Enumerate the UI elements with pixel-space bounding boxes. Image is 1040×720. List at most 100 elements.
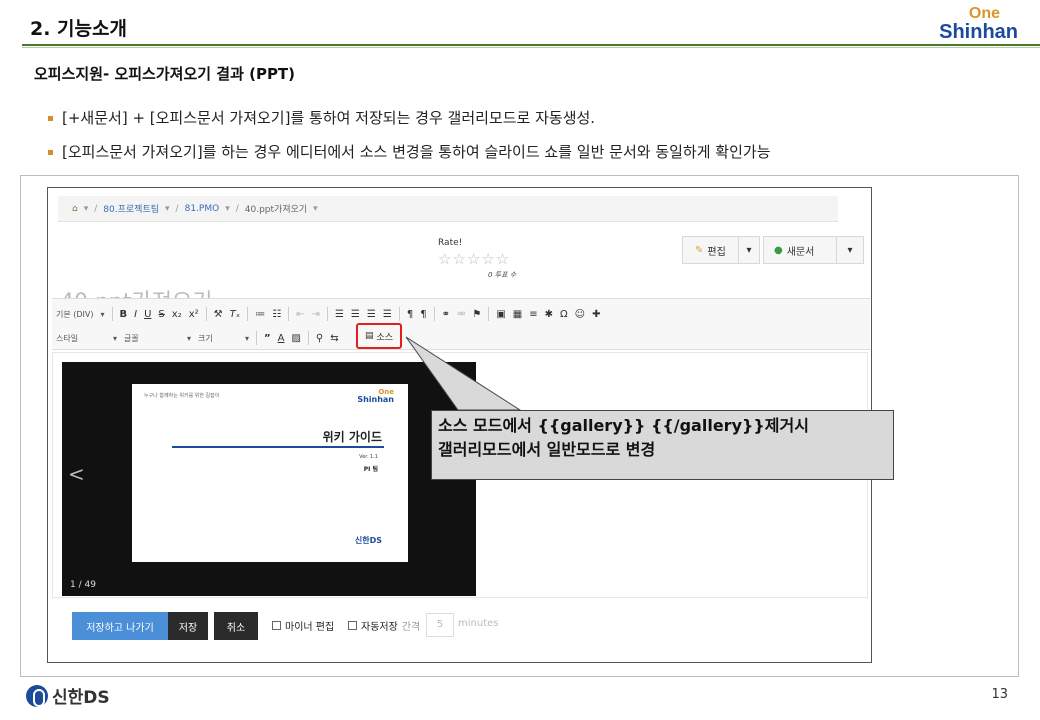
blockquote-icon[interactable]: ” xyxy=(264,333,271,344)
new-document-dropdown-button[interactable]: ▾ xyxy=(836,236,864,264)
logo-shinhan-text: Shinhan xyxy=(939,21,1018,43)
caret-down-icon: ▾ xyxy=(100,309,105,319)
save-and-exit-button[interactable]: 저장하고 나가기 xyxy=(72,612,168,640)
shinhan-mark-icon xyxy=(26,684,48,707)
underline-icon[interactable]: U xyxy=(144,309,151,320)
italic-icon[interactable]: I xyxy=(134,309,137,320)
slide-title: 위키 가이드 xyxy=(322,430,382,444)
flag-icon[interactable]: ⚑ xyxy=(472,309,481,320)
toolbar-divider xyxy=(111,307,113,321)
logo-one-text: One xyxy=(968,5,1000,22)
callout-line-2: 갤러리모드에서 일반모드로 변경 xyxy=(438,440,656,459)
new-document-label: 새문서 xyxy=(786,246,815,258)
align-center-icon[interactable]: ☰ xyxy=(351,309,360,320)
checkbox-box[interactable] xyxy=(272,621,281,630)
bold-icon[interactable]: B xyxy=(120,309,128,320)
plus-icon[interactable]: ✚ xyxy=(592,309,600,320)
search-icon[interactable]: ⚲ xyxy=(316,333,323,344)
numbered-list-icon[interactable]: ≔ xyxy=(255,309,265,320)
slide-topline: 누구나 함께하는 위키를 위한 길잡이 xyxy=(144,393,220,399)
bullet-item: [오피스문서 가져오기]를 하는 경우 에디터에서 소스 변경을 통하여 슬라이… xyxy=(48,142,771,162)
toolbar-divider xyxy=(398,307,400,321)
bullet-list-icon[interactable]: ☷ xyxy=(272,309,281,320)
text-color-icon[interactable]: A xyxy=(278,333,285,344)
slide-title-rule xyxy=(172,446,384,448)
slide-counter: 1 / 49 xyxy=(70,580,96,590)
breadcrumb-item[interactable]: 80.프로젝트팀 xyxy=(103,202,159,215)
checkbox-box[interactable] xyxy=(348,621,357,630)
source-button[interactable]: ▤ 소스 xyxy=(356,323,402,349)
interval-input[interactable]: 5 xyxy=(426,613,454,637)
minor-edit-checkbox[interactable]: 마이너 편집 xyxy=(272,618,334,633)
slide-logo: One Shinhan xyxy=(357,388,394,404)
replace-icon[interactable]: ⇆ xyxy=(330,333,338,344)
shinhan-ds-text: 신한DS xyxy=(52,688,110,708)
align-right-icon[interactable]: ☰ xyxy=(367,309,376,320)
edit-dropdown-button[interactable]: ▾ xyxy=(738,236,760,264)
breadcrumb-item[interactable]: 81.PMO xyxy=(185,204,220,214)
slide-prev-button[interactable]: < xyxy=(68,462,85,486)
outdent-icon[interactable]: ⇤ xyxy=(296,309,304,320)
callout-box: 소스 모드에서 {{gallery}} {{/gallery}}제거시 갤러리모… xyxy=(431,410,894,480)
unlink-icon[interactable]: ⚮ xyxy=(457,309,465,320)
omega-icon[interactable]: Ω xyxy=(560,309,568,320)
breadcrumb-separator: / xyxy=(94,203,98,214)
slide-brand: 신한DS xyxy=(354,536,382,545)
strikethrough-icon[interactable]: S xyxy=(158,309,164,320)
cancel-button[interactable]: 취소 xyxy=(214,612,258,640)
subscript-icon[interactable]: x₂ xyxy=(172,309,182,320)
indent-icon[interactable]: ⇥ xyxy=(312,309,320,320)
font-select[interactable]: 글꼴 xyxy=(124,333,180,344)
star-rating[interactable]: ☆☆☆☆☆ xyxy=(438,250,516,268)
slide-logo-shinhan: Shinhan xyxy=(357,395,394,404)
table-icon[interactable]: ▦ xyxy=(513,309,522,320)
caret-down-icon: ▾ xyxy=(746,244,752,256)
rate-label: Rate! xyxy=(438,238,463,248)
slide-title: 2. 기능소개 xyxy=(30,18,127,40)
size-select[interactable]: 크기 xyxy=(198,333,238,344)
clear-format-icon[interactable]: Tₓ xyxy=(230,309,241,320)
toolbar-divider xyxy=(433,307,435,321)
horizontal-rule-icon[interactable]: ≡ xyxy=(529,309,537,320)
format-brush-icon[interactable]: ⚒ xyxy=(214,309,223,320)
source-icon: ▤ xyxy=(364,331,374,341)
rtl-icon[interactable]: ¶ xyxy=(420,309,426,320)
plus-circle-icon: ● xyxy=(774,244,783,256)
gear-icon[interactable]: ✱ xyxy=(545,309,553,320)
toolbar-divider xyxy=(307,331,309,345)
chevron-down-icon: ▾ xyxy=(83,203,89,214)
format-select[interactable]: 기본 (DIV) xyxy=(56,309,94,320)
slideshow-viewer[interactable]: 누구나 함께하는 위키를 위한 길잡이 One Shinhan 위키 가이드 V… xyxy=(62,362,476,596)
home-icon[interactable]: ⌂ xyxy=(72,204,78,214)
autosave-checkbox[interactable]: 자동저장 간격 xyxy=(348,618,420,633)
edit-label: 편집 xyxy=(707,246,726,258)
toolbar-divider xyxy=(326,307,328,321)
style-select[interactable]: 스타일 xyxy=(56,333,106,344)
save-button[interactable]: 저장 xyxy=(168,612,208,640)
editor-footer: 저장하고 나가기 저장 취소 마이너 편집 자동저장 간격 5 minutes xyxy=(48,608,871,662)
one-shinhan-logo: One Shinhan xyxy=(939,5,1018,43)
background-color-icon[interactable]: ▨ xyxy=(291,333,300,344)
callout-line-1: 소스 모드에서 {{gallery}} {{/gallery}}제거시 xyxy=(438,416,809,435)
breadcrumb-item[interactable]: 40.ppt가져오기 xyxy=(245,202,307,215)
ltr-icon[interactable]: ¶ xyxy=(407,309,413,320)
image-icon[interactable]: ▣ xyxy=(496,309,505,320)
toolbar-row-1: 기본 (DIV) ▾ B I U S x₂ x² ⚒ Tₓ ≔ ☷ ⇤ ⇥ ☰ … xyxy=(56,303,600,325)
link-icon[interactable]: ⚭ xyxy=(442,309,450,320)
page-number: 13 xyxy=(991,687,1008,702)
bullet-item: [+새문서] + [오피스문서 가져오기]를 통하여 저장되는 경우 갤러리모드… xyxy=(48,108,771,128)
minutes-label: minutes xyxy=(458,618,499,629)
rating-box: Rate! ☆☆☆☆☆ 0 투표 수 xyxy=(438,238,516,280)
editor-toolbar: 기본 (DIV) ▾ B I U S x₂ x² ⚒ Tₓ ≔ ☷ ⇤ ⇥ ☰ … xyxy=(52,298,870,350)
align-justify-icon[interactable]: ☰ xyxy=(383,309,392,320)
vote-count: 0 투표 수 xyxy=(488,271,517,279)
align-left-icon[interactable]: ☰ xyxy=(335,309,344,320)
emoji-icon[interactable]: ☺ xyxy=(575,309,585,320)
toolbar-divider xyxy=(288,307,290,321)
autosave-label: 자동저장 xyxy=(361,622,398,633)
new-document-button[interactable]: ● 새문서 xyxy=(763,236,838,264)
breadcrumb-separator: / xyxy=(235,203,239,214)
superscript-icon[interactable]: x² xyxy=(189,309,199,320)
source-label: 소스 xyxy=(376,332,394,343)
shinhan-ds-logo: 신한DS xyxy=(26,683,110,708)
